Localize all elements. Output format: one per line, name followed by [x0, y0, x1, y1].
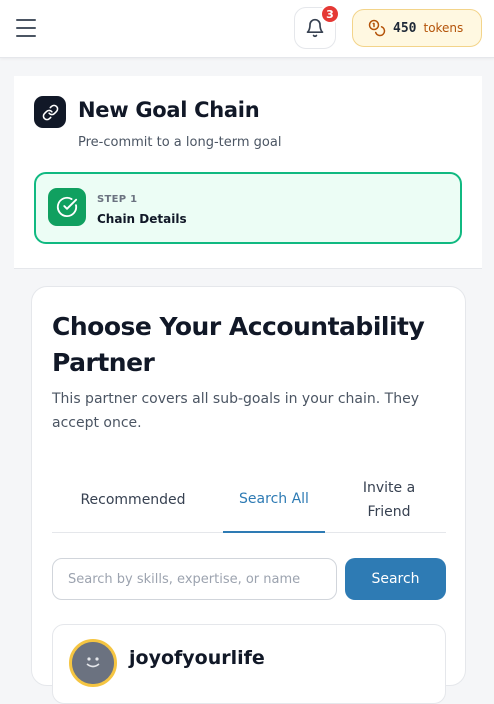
tab-invite-friend[interactable]: Invite a Friend — [342, 467, 436, 533]
partner-result-card[interactable]: joyofyourlife — [52, 624, 446, 704]
partner-tabs: Recommended Search All Invite a Friend — [52, 467, 446, 533]
tab-recommended[interactable]: Recommended — [52, 467, 214, 533]
link-icon — [34, 96, 66, 128]
section-description: This partner covers all sub-goals in you… — [52, 391, 419, 431]
step-indicator[interactable]: STEP 1 Chain Details — [34, 172, 462, 244]
tokens-balance-button[interactable]: 450 tokens — [352, 9, 482, 47]
top-bar: 3 450 tokens — [0, 0, 494, 58]
tokens-count: 450 — [393, 20, 417, 36]
goal-chain-header: New Goal Chain Pre-commit to a long-term… — [14, 76, 482, 268]
tokens-label: tokens — [423, 21, 464, 35]
tab-search-all[interactable]: Search All — [223, 467, 325, 533]
step-name: Chain Details — [97, 212, 187, 226]
page-subtitle: Pre-commit to a long-term goal — [78, 135, 282, 150]
check-circle-icon — [48, 188, 86, 226]
section-divider — [14, 268, 482, 269]
notification-count-badge: 3 — [320, 4, 340, 24]
section-title: Choose Your Accountability Partner — [52, 312, 425, 377]
hamburger-menu-icon[interactable] — [16, 18, 36, 38]
page-title: New Goal Chain — [78, 98, 260, 122]
coins-icon — [368, 19, 386, 37]
avatar — [69, 639, 117, 687]
search-button[interactable]: Search — [345, 558, 446, 600]
partner-name: joyofyourlife — [129, 647, 265, 669]
partner-selection-card: Choose Your Accountability Partner This … — [31, 286, 466, 704]
partner-search-input[interactable] — [52, 558, 337, 600]
step-number: STEP 1 — [97, 194, 138, 205]
